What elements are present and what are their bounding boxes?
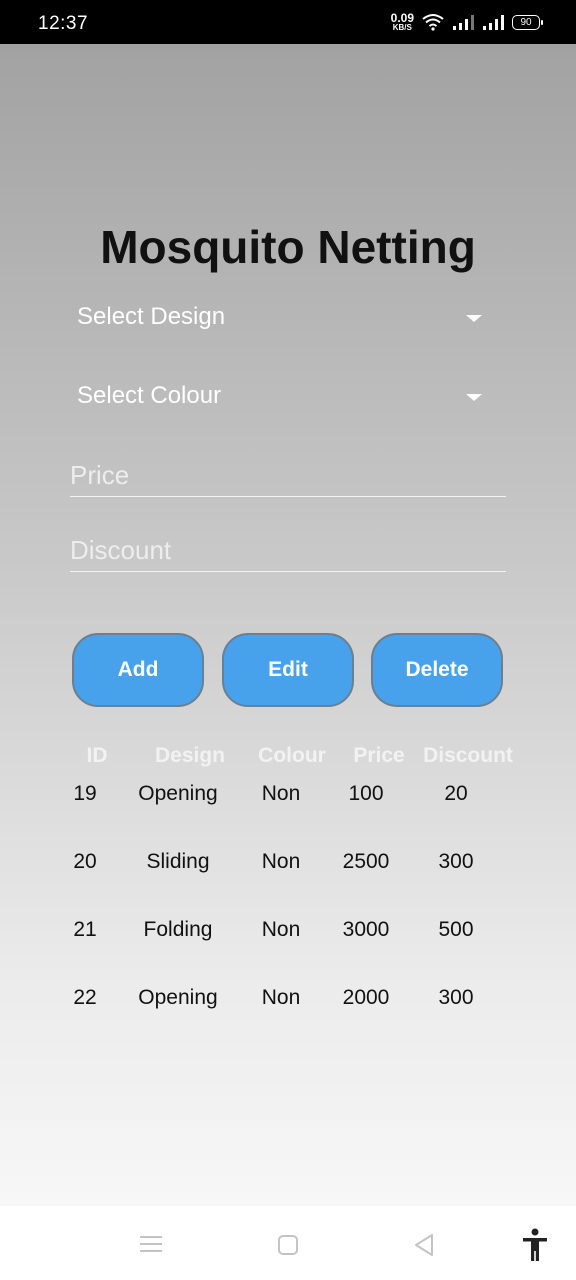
cell-design: Sliding <box>146 850 210 873</box>
delete-button[interactable]: Delete <box>371 633 503 707</box>
cell-id: 22 <box>73 986 97 1009</box>
cell-id: 20 <box>73 850 97 873</box>
cell-colour: Non <box>261 850 301 873</box>
status-bar: 12:37 0.09 KB/S 90 <box>0 0 576 44</box>
add-button[interactable]: Add <box>72 633 204 707</box>
status-icons: 0.09 KB/S 90 <box>391 10 543 34</box>
signal-icon <box>453 15 474 30</box>
discount-input[interactable] <box>70 529 506 572</box>
network-speed: 0.09 KB/S <box>391 12 414 32</box>
menu-icon[interactable] <box>140 1234 162 1254</box>
colour-select-label: Select Colour <box>77 382 222 409</box>
network-speed-unit: KB/S <box>392 23 412 32</box>
cell-design: Opening <box>138 986 218 1009</box>
cell-discount: 20 <box>444 782 468 805</box>
cell-price: 2500 <box>342 850 390 873</box>
back-icon[interactable] <box>413 1233 435 1257</box>
cell-id: 21 <box>73 918 97 941</box>
battery-icon: 90 <box>512 14 543 30</box>
design-select-label: Select Design <box>77 303 226 330</box>
price-input[interactable] <box>70 454 506 497</box>
cell-design: Folding <box>143 918 213 941</box>
cell-colour: Non <box>261 782 301 805</box>
cell-price: 100 <box>348 782 384 805</box>
column-header-colour: Colour <box>258 744 326 767</box>
main-content: Mosquito Netting Select Design Select Co… <box>0 44 576 1206</box>
chevron-down-icon <box>466 315 482 322</box>
signal-icon <box>483 15 504 30</box>
page-title: Mosquito Netting <box>100 221 476 273</box>
home-icon[interactable] <box>277 1234 299 1256</box>
navigation-bar <box>0 1206 576 1280</box>
cell-colour: Non <box>261 918 301 941</box>
column-header-design: Design <box>154 744 226 767</box>
edit-button[interactable]: Edit <box>222 633 354 707</box>
cell-id: 19 <box>73 782 97 805</box>
cell-discount: 300 <box>438 986 474 1009</box>
chevron-down-icon <box>466 394 482 401</box>
status-time: 12:37 <box>38 13 89 34</box>
cell-price: 2000 <box>342 986 390 1009</box>
column-header-id: ID <box>86 744 108 767</box>
design-select[interactable]: Select Design <box>77 297 489 337</box>
column-header-discount: Discount <box>423 744 513 767</box>
wifi-icon <box>422 14 444 31</box>
accessibility-icon[interactable] <box>521 1228 549 1262</box>
cell-colour: Non <box>261 986 301 1009</box>
column-header-price: Price <box>353 744 405 767</box>
cell-discount: 500 <box>438 918 474 941</box>
cell-discount: 300 <box>438 850 474 873</box>
colour-select[interactable]: Select Colour <box>77 376 489 416</box>
cell-price: 3000 <box>342 918 390 941</box>
cell-design: Opening <box>138 782 218 805</box>
